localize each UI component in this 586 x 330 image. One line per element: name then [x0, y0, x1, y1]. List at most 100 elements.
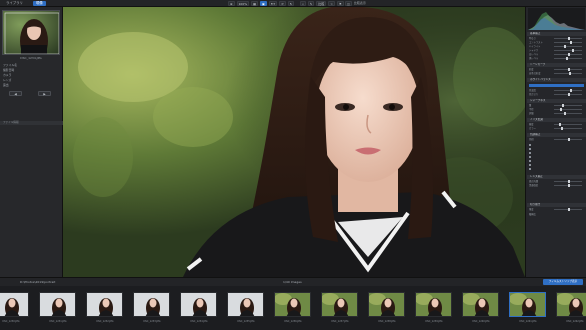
navigator-preview[interactable]	[2, 10, 60, 55]
brightness-slider-track[interactable]	[554, 37, 582, 40]
temperature-slider-track[interactable]	[554, 89, 582, 92]
thumbnail-label: DSC_1232.JPG	[96, 320, 114, 323]
option-checkbox[interactable]	[529, 168, 531, 170]
thumbnail-label: DSC_1231.JPG	[49, 320, 67, 323]
section-tone-curve[interactable]: トーンカーブ	[527, 63, 586, 67]
filmstrip-thumbnail[interactable]	[509, 292, 546, 317]
option-checkbox[interactable]	[529, 152, 531, 154]
rotate-right-icon[interactable]: ↻	[287, 1, 295, 6]
single-view-icon[interactable]: ▣	[259, 1, 267, 6]
section-sharpness[interactable]: シャープネス	[527, 99, 586, 103]
highlights-slider-track[interactable]	[554, 45, 582, 48]
aspect-ratio[interactable]: 縦横比	[529, 213, 584, 216]
distortion-slider-track[interactable]	[554, 184, 582, 187]
info-row: カメラ	[3, 73, 12, 77]
fit-button[interactable]: FIT	[268, 1, 278, 6]
filmstrip-thumbnail[interactable]	[321, 292, 358, 317]
folder-path[interactable]: D:\Photos\2019\portrait	[20, 280, 55, 284]
filmstrip-thumbnail[interactable]	[368, 292, 405, 317]
filmstrip-thumbnail[interactable]	[462, 292, 499, 317]
vignette-slider-track[interactable]	[554, 180, 582, 183]
whites-slider-track[interactable]	[554, 53, 582, 56]
thumbnail-image	[369, 293, 404, 316]
hue-slider-track[interactable]	[554, 138, 582, 141]
view-mode-button[interactable]: 比較	[316, 1, 327, 6]
blacks-slider-track[interactable]	[554, 57, 582, 60]
thumbnail-label: DSC_1238.JPG	[378, 320, 396, 323]
preview-filename: DSC_1234.JPG	[20, 56, 42, 60]
thumbnail-label: DSC_1242.JPG	[566, 320, 584, 323]
option-checkbox[interactable]	[529, 148, 531, 150]
section-crop[interactable]: 切り抜き	[527, 203, 586, 207]
vibrance-slider-track[interactable]	[554, 72, 582, 75]
shadows-slider-track[interactable]	[554, 49, 582, 52]
radius-slider-track[interactable]	[554, 108, 582, 111]
filmstrip-thumbnail[interactable]	[133, 292, 170, 317]
amount-slider-track[interactable]	[554, 104, 582, 107]
thumbnail-label: DSC_1234.JPG	[190, 320, 208, 323]
image-count: 1/40 Images	[283, 280, 302, 284]
option-checkbox[interactable]	[529, 164, 531, 166]
luminance-slider-track[interactable]	[554, 123, 582, 126]
tab-develop[interactable]: 現像	[33, 1, 46, 6]
filmstrip-thumbnail[interactable]	[227, 292, 264, 317]
edit-controls: ⌗ ✎ 比較 ☆ ⚑	[300, 1, 344, 6]
color-noise-slider-track[interactable]	[554, 127, 582, 130]
angle-slider-track[interactable]	[554, 208, 582, 211]
thumbnail-image	[322, 293, 357, 316]
portrait-photo	[63, 7, 525, 277]
star-icon[interactable]: ☆	[328, 1, 335, 6]
thumbnail-image	[275, 293, 310, 316]
brush-icon[interactable]: ✎	[307, 1, 315, 6]
section-white-balance[interactable]: ホワイトバランス	[527, 78, 586, 82]
filmstrip-thumbnail[interactable]	[86, 292, 123, 317]
flag-icon[interactable]: ⚑	[336, 1, 344, 6]
tab-library[interactable]: ライブラリ	[3, 1, 26, 6]
info-row: 撮影日時	[3, 68, 15, 72]
info-row: 露出	[3, 83, 9, 87]
thumbnail-image	[40, 293, 75, 316]
white-balance-preset[interactable]	[529, 84, 584, 87]
crop-icon[interactable]: ⌗	[300, 1, 306, 6]
contrast-slider-track[interactable]	[554, 41, 582, 44]
thumbnail-image	[557, 293, 586, 316]
thumbnail-image	[463, 293, 498, 316]
grid-icon[interactable]: ▦	[251, 1, 258, 6]
detail-slider-track[interactable]	[554, 112, 582, 115]
thumbnail-image	[510, 293, 545, 316]
filmstrip-thumbnail[interactable]	[180, 292, 217, 317]
previous-button[interactable]: ◀	[9, 91, 22, 96]
thumbnail-image	[87, 293, 122, 316]
section-basic[interactable]: 基本補正	[527, 32, 586, 36]
thumbnail-image	[228, 293, 263, 316]
thumbnail-image	[134, 293, 169, 316]
left-panel-footer[interactable]: ファイル情報	[0, 121, 63, 125]
filmstrip-thumbnail[interactable]	[556, 292, 586, 317]
filmstrip-thumbnail[interactable]	[274, 292, 311, 317]
section-lens-correction[interactable]: レンズ補正	[527, 175, 586, 179]
option-checkbox[interactable]	[529, 156, 531, 158]
zoom-icon[interactable]: ⊕	[228, 1, 235, 6]
filmstrip-thumbnail[interactable]	[415, 292, 452, 317]
filmstrip-thumbnail[interactable]	[0, 292, 29, 317]
section-color[interactable]: 色調補正	[527, 133, 586, 137]
thumbnail-label: DSC_1236.JPG	[284, 320, 302, 323]
info-row: レンズ	[3, 78, 12, 82]
filmstrip: DSC_1230.JPG DSC_1231.JPG DSC_1232.JPG DSC_…	[0, 286, 586, 330]
next-button[interactable]: ▶	[38, 91, 51, 96]
thumbnail-label: DSC_1237.JPG	[331, 320, 349, 323]
saturation-slider-track[interactable]	[554, 68, 582, 71]
compare-label[interactable]: 比較表示	[354, 1, 366, 6]
zoom-level[interactable]: 100%	[236, 1, 250, 6]
filmstrip-thumbnail[interactable]	[39, 292, 76, 317]
main-image-view[interactable]	[63, 7, 525, 277]
option-checkbox[interactable]	[529, 160, 531, 162]
section-noise-reduction[interactable]: ノイズ低減	[527, 118, 586, 122]
option-checkbox[interactable]	[529, 144, 531, 146]
tint-slider-track[interactable]	[554, 93, 582, 96]
thumbnail-label: DSC_1230.JPG	[2, 320, 20, 323]
rotate-left-icon[interactable]: ↺	[279, 1, 286, 6]
thumbnail-label: DSC_1239.JPG	[425, 320, 443, 323]
filmstrip-mode-button[interactable]: フィルムストリップ表示	[543, 279, 583, 285]
compare-icon[interactable]: ◫	[345, 1, 352, 6]
